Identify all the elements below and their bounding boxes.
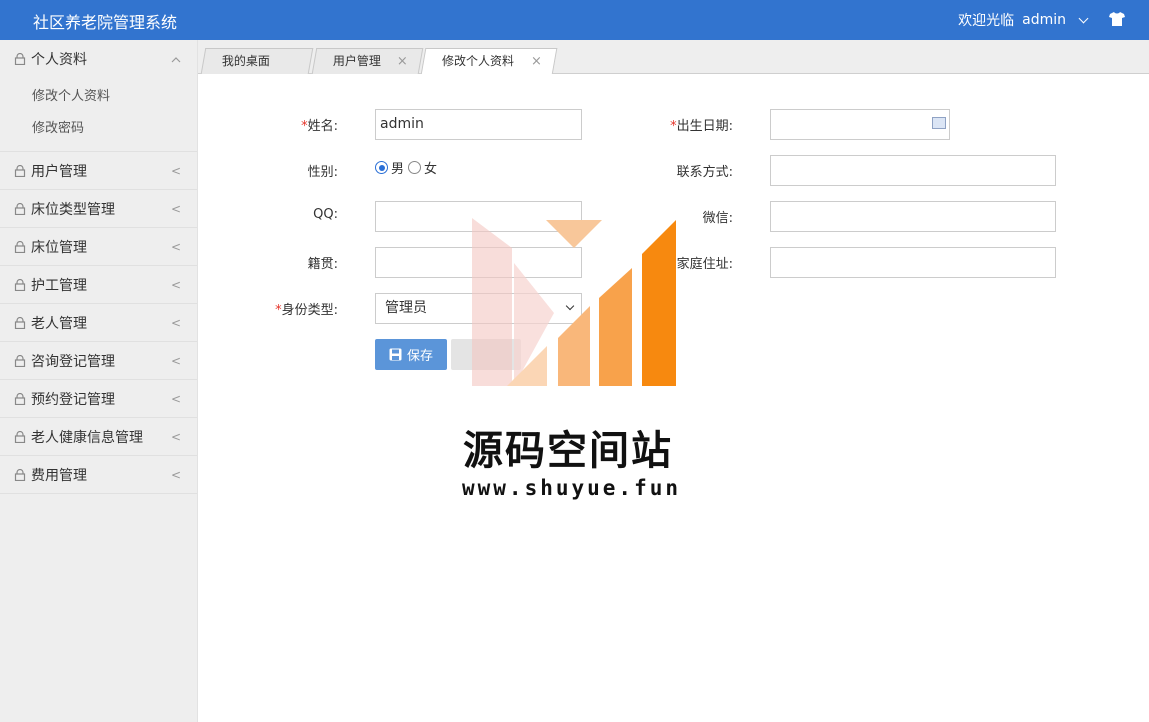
lock-icon (14, 316, 26, 329)
chevron-left-icon: < (170, 430, 181, 444)
sidebar: 个人资料 修改个人资料 修改密码 用户管理 < 床位类型管理 < 床位管理 < 护工管理 < 老人管理… (0, 40, 198, 722)
chevron-left-icon: < (170, 278, 181, 292)
shirt-icon[interactable] (1109, 12, 1125, 26)
chevron-left-icon: < (170, 202, 181, 216)
qq-label: QQ: (313, 207, 338, 222)
lock-icon (14, 430, 26, 443)
sidebar-item-label: 老人管理 (31, 315, 87, 332)
lock-icon (14, 52, 26, 65)
tab-edit-profile[interactable]: 修改个人资料 × (420, 48, 558, 75)
sidebar-group: 床位管理 < (0, 228, 197, 266)
top-header: 社区养老院管理系统 欢迎光临 admin (0, 0, 1149, 40)
contact-label: 联系方式: (676, 165, 733, 180)
tab-label: 我的桌面 (221, 54, 270, 68)
sidebar-group: 老人健康信息管理 < (0, 418, 197, 456)
chevron-left-icon: < (170, 468, 181, 482)
sidebar-item-label: 费用管理 (31, 467, 87, 484)
radio-male[interactable] (375, 161, 388, 174)
sidebar-submenu: 修改个人资料 修改密码 (0, 77, 197, 151)
sidebar-group: 床位类型管理 < (0, 190, 197, 228)
tab-user-management[interactable]: 用户管理 × (311, 48, 424, 74)
lock-icon (14, 392, 26, 405)
radio-female[interactable] (408, 161, 422, 174)
tab-label: 修改个人资料 (442, 54, 515, 68)
close-icon[interactable]: × (397, 49, 408, 74)
sidebar-item[interactable]: 咨询登记管理 < (0, 342, 197, 379)
chevron-left-icon: < (170, 392, 181, 406)
sidebar-item[interactable]: 老人管理 < (0, 304, 197, 341)
sidebar-item[interactable]: 床位类型管理 < (0, 190, 197, 227)
sidebar-group: 护工管理 < (0, 266, 197, 304)
birth-date-input[interactable] (770, 109, 950, 140)
gender-radio-group: 男 女 (375, 158, 437, 177)
sidebar-item[interactable]: 床位管理 < (0, 228, 197, 265)
sidebar-group: 老人管理 < (0, 304, 197, 342)
sidebar-item[interactable]: 老人健康信息管理 < (0, 418, 197, 455)
gender-label: 性别: (307, 165, 338, 180)
sidebar-item[interactable]: 费用管理 < (0, 456, 197, 493)
chevron-left-icon: < (170, 164, 181, 178)
lock-icon (14, 202, 26, 215)
lock-icon (14, 354, 26, 367)
name-label: *姓名: (301, 119, 338, 134)
sidebar-group: 个人资料修改个人资料 修改密码 (0, 40, 197, 152)
contact-input[interactable] (770, 155, 1056, 186)
tab-label: 用户管理 (332, 54, 381, 68)
sidebar-group: 咨询登记管理 < (0, 342, 197, 380)
lock-icon (14, 240, 26, 253)
save-button[interactable]: 保存 (375, 339, 447, 370)
radio-female-label: 女 (424, 162, 438, 177)
save-button-label: 保存 (406, 349, 433, 364)
watermark-logo (472, 218, 676, 386)
sidebar-item-label: 预约登记管理 (31, 391, 115, 408)
identity-type-label: *身份类型: (275, 303, 338, 318)
chevron-left-icon: < (170, 240, 181, 254)
sidebar-subitem[interactable]: 修改密码 (0, 113, 197, 145)
chevron-down-icon (1078, 13, 1089, 23)
name-input[interactable]: admin (375, 109, 582, 140)
sidebar-item-label: 老人健康信息管理 (31, 429, 143, 446)
tab-my-desktop[interactable]: 我的桌面 (200, 48, 314, 74)
welcome-text: 欢迎光临 (958, 13, 1015, 29)
sidebar-item[interactable]: 预约登记管理 < (0, 380, 197, 417)
birth-date-label: *出生日期: (670, 119, 733, 134)
identity-type-value: 管理员 (385, 300, 427, 316)
sidebar-subitem[interactable]: 修改个人资料 (0, 81, 197, 113)
user-menu[interactable]: 欢迎光临 admin (958, 10, 1089, 30)
tab-bar: 我的桌面 用户管理 × 修改个人资料 × (198, 40, 1149, 75)
sidebar-item[interactable]: 用户管理 < (0, 152, 197, 189)
username: admin (1022, 12, 1066, 28)
sidebar-group: 费用管理 < (0, 456, 197, 494)
lock-icon (14, 164, 26, 177)
native-place-label: 籍贯: (307, 257, 338, 272)
sidebar-item[interactable]: 护工管理 < (0, 266, 197, 303)
lock-icon (14, 468, 26, 481)
sidebar-item-label: 床位类型管理 (31, 201, 115, 218)
watermark-title: 源码空间站 (463, 428, 673, 474)
radio-male-label: 男 (391, 162, 405, 177)
address-input[interactable] (770, 247, 1056, 278)
chevron-left-icon: < (170, 354, 181, 368)
sidebar-item-label: 用户管理 (31, 163, 87, 180)
sidebar-menu: 个人资料 修改个人资料 修改密码 用户管理 < 床位类型管理 < 床位管理 < 护工管理 < 老人管理… (0, 40, 197, 494)
sidebar-item-label: 护工管理 (31, 277, 87, 294)
wechat-input[interactable] (770, 201, 1056, 232)
app-title: 社区养老院管理系统 (33, 13, 178, 32)
calendar-icon[interactable] (932, 117, 946, 129)
lock-icon (14, 278, 26, 291)
sidebar-item-label: 床位管理 (31, 239, 87, 256)
sidebar-item[interactable]: 个人资料 (0, 40, 197, 77)
sidebar-group: 预约登记管理 < (0, 380, 197, 418)
chevron-left-icon: < (170, 316, 181, 330)
sidebar-item-label: 咨询登记管理 (31, 353, 115, 370)
sidebar-group: 用户管理 < (0, 152, 197, 190)
chevron-up-icon (171, 52, 181, 66)
save-icon (389, 348, 402, 361)
close-icon[interactable]: × (531, 49, 542, 74)
sidebar-item-label: 个人资料 (31, 51, 87, 68)
watermark-url: www.shuyue.fun (462, 476, 682, 500)
